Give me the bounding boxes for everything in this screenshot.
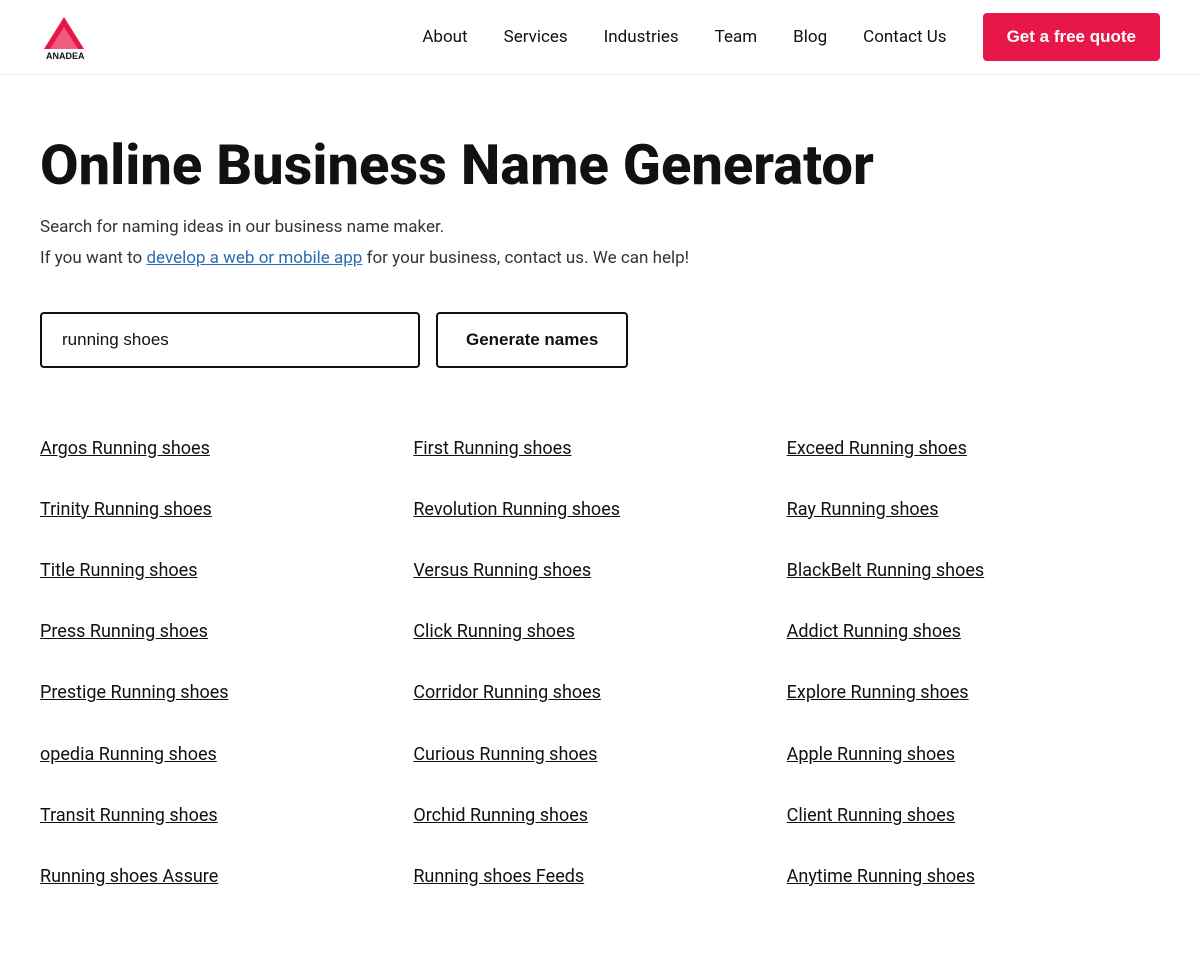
get-free-quote-button[interactable]: Get a free quote — [983, 13, 1160, 61]
result-link[interactable]: Press Running shoes — [40, 601, 413, 662]
result-link[interactable]: Revolution Running shoes — [413, 479, 786, 540]
svg-text:ANADEA: ANADEA — [46, 51, 85, 61]
nav-industries[interactable]: Industries — [604, 27, 679, 47]
result-link[interactable]: Running shoes Feeds — [413, 846, 786, 907]
nav-about[interactable]: About — [422, 27, 467, 47]
result-link[interactable]: Ray Running shoes — [787, 479, 1160, 540]
result-link[interactable]: opedia Running shoes — [40, 724, 413, 785]
results-column-3: Exceed Running shoesRay Running shoesBla… — [787, 418, 1160, 908]
logo-icon: ANADEA — [40, 13, 88, 61]
develop-app-link[interactable]: develop a web or mobile app — [146, 248, 362, 268]
nav-services[interactable]: Services — [504, 27, 568, 47]
result-link[interactable]: Apple Running shoes — [787, 724, 1160, 785]
result-link[interactable]: Exceed Running shoes — [787, 418, 1160, 479]
search-section: Generate names — [40, 312, 1160, 368]
result-link[interactable]: Versus Running shoes — [413, 540, 786, 601]
main-content: Online Business Name Generator Search fo… — [0, 75, 1200, 967]
result-link[interactable]: Transit Running shoes — [40, 785, 413, 846]
result-link[interactable]: Curious Running shoes — [413, 724, 786, 785]
result-link[interactable]: Running shoes Assure — [40, 846, 413, 907]
result-link[interactable]: First Running shoes — [413, 418, 786, 479]
result-link[interactable]: Argos Running shoes — [40, 418, 413, 479]
result-link[interactable]: Client Running shoes — [787, 785, 1160, 846]
result-link[interactable]: Prestige Running shoes — [40, 662, 413, 723]
generate-names-button[interactable]: Generate names — [436, 312, 628, 368]
subtitle-prefix: If you want to — [40, 248, 146, 268]
search-input[interactable] — [40, 312, 420, 368]
results-column-2: First Running shoesRevolution Running sh… — [413, 418, 786, 908]
nav-contact[interactable]: Contact Us — [863, 27, 946, 47]
result-link[interactable]: Explore Running shoes — [787, 662, 1160, 723]
results-grid: Argos Running shoesTrinity Running shoes… — [40, 418, 1160, 908]
result-link[interactable]: BlackBelt Running shoes — [787, 540, 1160, 601]
subtitle-line1: Search for naming ideas in our business … — [40, 215, 1160, 241]
subtitle-suffix: for your business, contact us. We can he… — [362, 248, 689, 268]
result-link[interactable]: Anytime Running shoes — [787, 846, 1160, 907]
result-link[interactable]: Corridor Running shoes — [413, 662, 786, 723]
logo[interactable]: ANADEA — [40, 13, 88, 61]
result-link[interactable]: Addict Running shoes — [787, 601, 1160, 662]
nav-blog[interactable]: Blog — [793, 27, 827, 47]
results-column-1: Argos Running shoesTrinity Running shoes… — [40, 418, 413, 908]
result-link[interactable]: Trinity Running shoes — [40, 479, 413, 540]
result-link[interactable]: Orchid Running shoes — [413, 785, 786, 846]
page-title: Online Business Name Generator — [40, 135, 1160, 197]
site-header: ANADEA About Services Industries Team Bl… — [0, 0, 1200, 75]
result-link[interactable]: Click Running shoes — [413, 601, 786, 662]
result-link[interactable]: Title Running shoes — [40, 540, 413, 601]
nav-team[interactable]: Team — [715, 27, 758, 47]
main-nav: About Services Industries Team Blog Cont… — [422, 13, 1160, 61]
subtitle-line2: If you want to develop a web or mobile a… — [40, 246, 1160, 272]
